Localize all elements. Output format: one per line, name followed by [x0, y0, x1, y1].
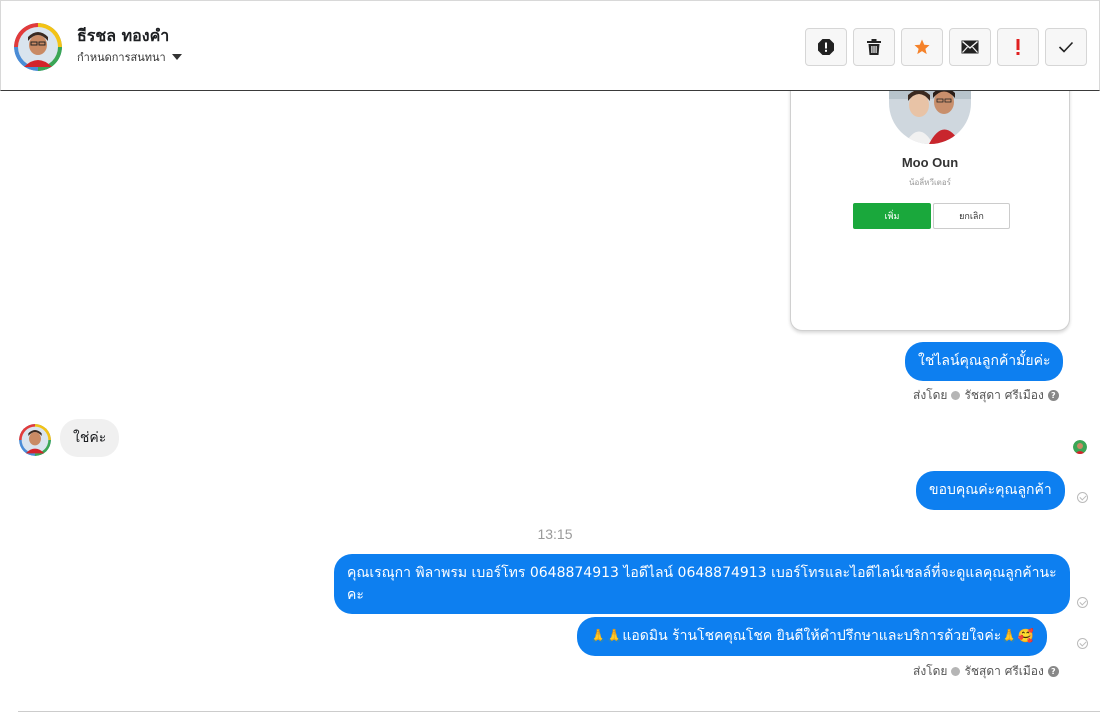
spam-icon	[818, 39, 834, 55]
composer-divider	[18, 711, 1100, 712]
mark-spam-button[interactable]	[805, 28, 847, 66]
contact-avatar[interactable]	[14, 23, 62, 71]
message-thread: Moo Oun น้อลี่หวีเตอร์ เพิ่ม ยกเลิก ใช่ไ…	[0, 91, 1100, 713]
help-icon[interactable]: ?	[1047, 390, 1059, 401]
star-button[interactable]	[901, 28, 943, 66]
card-contact-name: Moo Oun	[901, 155, 959, 170]
delete-button[interactable]	[853, 28, 895, 66]
trash-icon	[867, 39, 881, 55]
contact-name: ธีรชล ทองคำ	[77, 26, 170, 45]
agent-icon	[951, 667, 961, 676]
conversation-toolbar	[805, 28, 1087, 66]
outgoing-message[interactable]: คุณเรณุกา พิลาพรม เบอร์โทร 0648874913 ไอ…	[334, 554, 1070, 614]
sent-by-agent: รัชสุดา ศรีเมือง	[964, 664, 1044, 678]
mark-important-button[interactable]	[997, 28, 1039, 66]
assign-conversation-dropdown[interactable]: กำหนดการสนทนา	[77, 48, 182, 66]
assign-label: กำหนดการสนทนา	[77, 51, 166, 64]
delivered-check-icon	[1077, 597, 1088, 608]
mark-unread-button[interactable]	[949, 28, 991, 66]
sent-by-info: ส่งโดย รัชสุดา ศรีเมือง ?	[913, 386, 1059, 405]
help-icon[interactable]: ?	[1047, 666, 1059, 677]
card-contact-subtitle: น้อลี่หวีเตอร์	[909, 178, 951, 187]
sender-avatar	[19, 424, 51, 456]
time-separator: 13:15	[537, 526, 573, 542]
mark-done-button[interactable]	[1045, 28, 1087, 66]
sent-by-info: ส่งโดย รัชสุดา ศรีเมือง ?	[913, 662, 1059, 681]
card-add-friend-button[interactable]: เพิ่ม	[853, 203, 931, 229]
sent-by-prefix: ส่งโดย	[913, 664, 948, 678]
contact-card: Moo Oun น้อลี่หวีเตอร์ เพิ่ม ยกเลิก	[790, 91, 1070, 331]
card-profile-photo	[889, 91, 971, 144]
sent-by-prefix: ส่งโดย	[913, 388, 948, 402]
seen-by-avatar	[1073, 440, 1087, 454]
outgoing-message[interactable]: 🙏🙏แอดมิน ร้านโชคคุณโชค ยินดีให้คำปรึกษาแ…	[577, 617, 1047, 656]
conversation-header: ธีรชล ทองคำ กำหนดการสนทนา	[0, 0, 1100, 91]
love-emoji-icon: 🙏🥰	[1001, 629, 1034, 644]
agent-icon	[951, 391, 961, 400]
incoming-message[interactable]: ใช่ค่ะ	[60, 419, 120, 457]
star-icon	[914, 39, 930, 55]
caret-down-icon	[171, 54, 182, 60]
delivered-check-icon	[1077, 638, 1088, 649]
outgoing-message[interactable]: ขอบคุณค่ะคุณลูกค้า	[916, 471, 1065, 510]
sent-by-agent: รัชสุดา ศรีเมือง	[964, 388, 1044, 402]
message-text: แอดมิน ร้านโชคคุณโชค ยินดีให้คำปรึกษาและ…	[622, 628, 1002, 644]
exclamation-icon	[1016, 39, 1020, 55]
delivered-check-icon	[1077, 492, 1088, 503]
card-cancel-button[interactable]: ยกเลิก	[933, 203, 1010, 229]
pray-emoji-icon: 🙏🙏	[590, 629, 623, 644]
mail-icon	[961, 40, 979, 54]
check-icon	[1058, 41, 1074, 53]
outgoing-message[interactable]: ใช่ไลน์คุณลูกค้ามั้ยค่ะ	[905, 342, 1064, 381]
